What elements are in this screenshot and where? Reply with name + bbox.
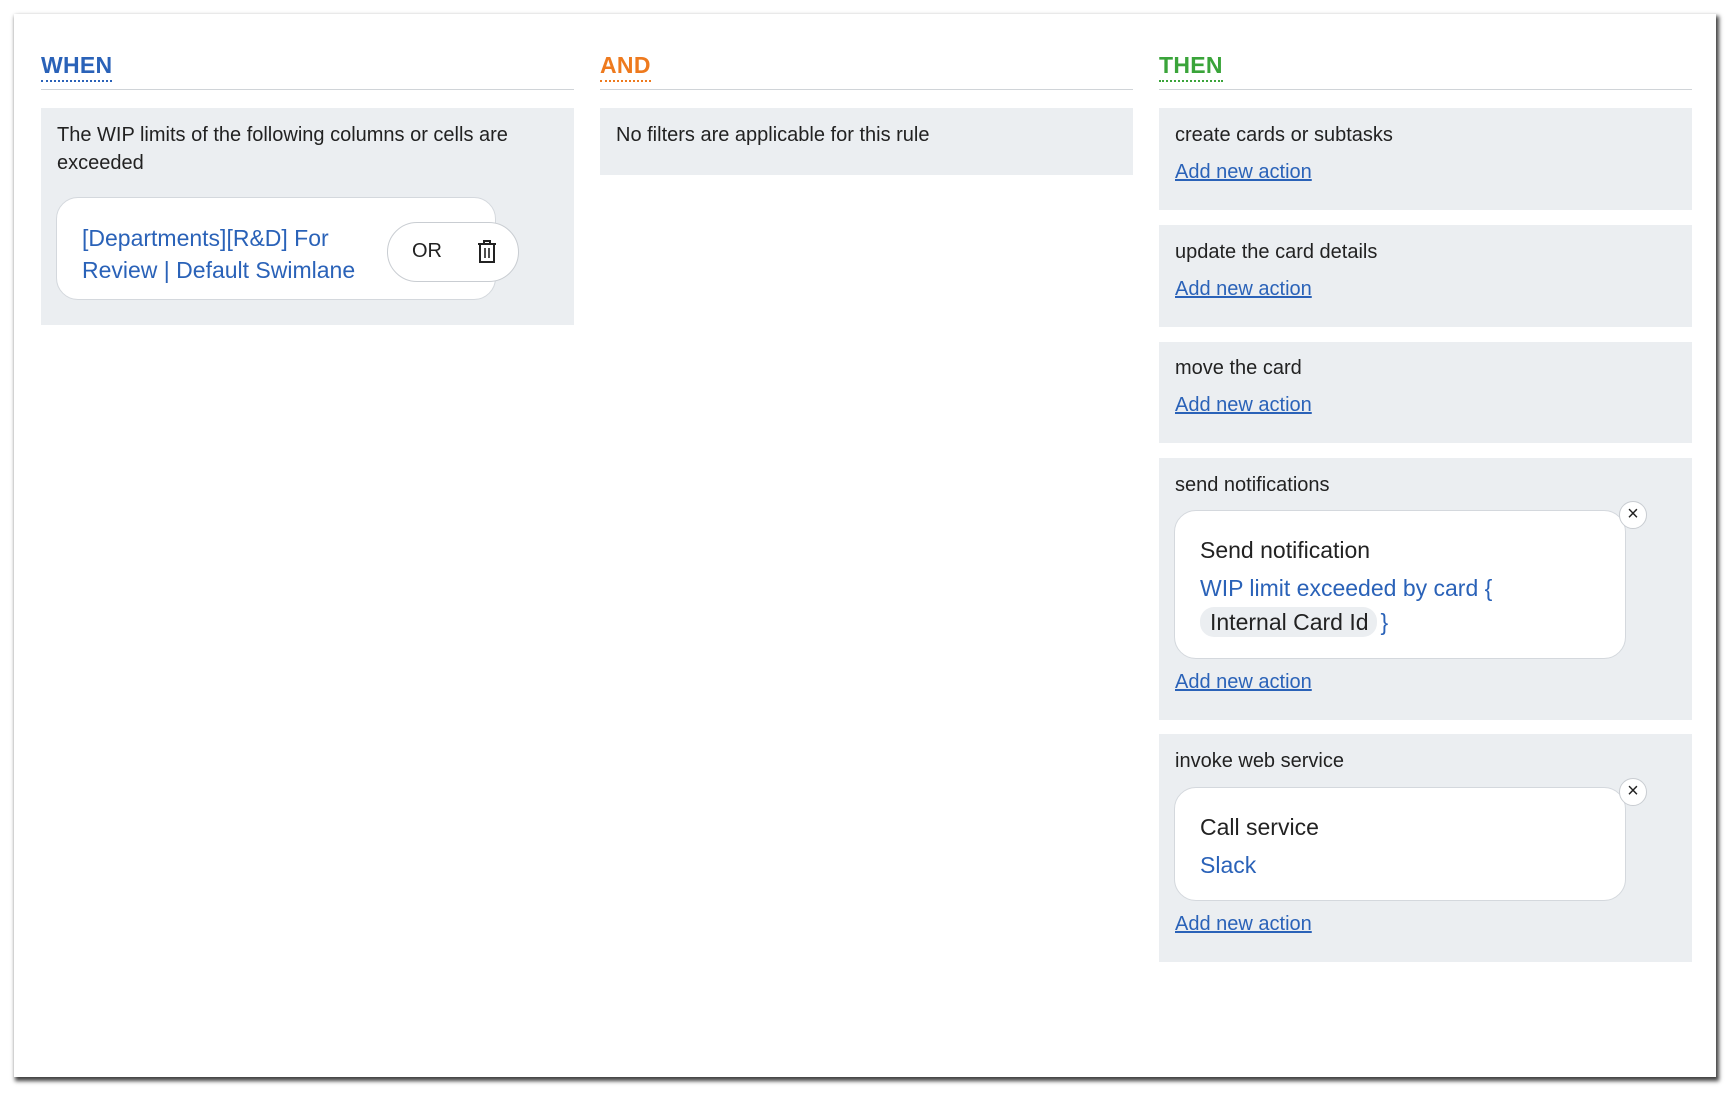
action-title: Call service bbox=[1200, 814, 1319, 840]
add-new-action-link[interactable]: Add new action bbox=[1175, 278, 1312, 301]
then-title[interactable]: THEN bbox=[1159, 52, 1223, 82]
add-new-action-link[interactable]: Add new action bbox=[1175, 913, 1312, 936]
action-group-title: create cards or subtasks bbox=[1175, 124, 1393, 146]
action-group-update-card: update the card details Add new action bbox=[1159, 225, 1692, 327]
action-group-send-notifications: send notifications Send notification WIP… bbox=[1159, 458, 1692, 720]
filter-description: No filters are applicable for this rule bbox=[616, 124, 930, 146]
internal-card-id-chip[interactable]: Internal Card Id bbox=[1200, 607, 1377, 637]
trigger-description: The WIP limits of the following columns … bbox=[57, 124, 508, 174]
and-title[interactable]: AND bbox=[600, 52, 651, 82]
action-group-create-cards: create cards or subtasks Add new action bbox=[1159, 108, 1692, 210]
call-service-card[interactable]: Call service Slack bbox=[1174, 787, 1626, 901]
action-title: Send notification bbox=[1200, 537, 1371, 563]
action-group-title: update the card details bbox=[1175, 241, 1378, 263]
add-new-action-link[interactable]: Add new action bbox=[1175, 161, 1312, 184]
or-operator[interactable]: OR bbox=[412, 240, 442, 263]
notification-message[interactable]: WIP limit exceeded by card { Internal Ca… bbox=[1200, 571, 1600, 639]
close-icon[interactable]: × bbox=[1619, 501, 1647, 529]
rule-editor: WHEN The WIP limits of the following col… bbox=[14, 14, 1716, 1077]
then-header: THEN bbox=[1159, 14, 1692, 90]
add-new-action-link[interactable]: Add new action bbox=[1175, 394, 1312, 417]
action-group-title: send notifications bbox=[1175, 474, 1330, 496]
action-group-invoke-web-service: invoke web service Call service Slack × … bbox=[1159, 734, 1692, 962]
action-group-move-card: move the card Add new action bbox=[1159, 342, 1692, 443]
close-icon[interactable]: × bbox=[1619, 778, 1647, 806]
message-end: } bbox=[1380, 609, 1389, 635]
message-text: WIP limit exceeded by card { bbox=[1200, 575, 1493, 601]
and-panel: No filters are applicable for this rule bbox=[600, 108, 1133, 175]
when-panel: The WIP limits of the following columns … bbox=[41, 108, 574, 325]
and-header: AND bbox=[600, 14, 1133, 90]
action-group-title: invoke web service bbox=[1175, 750, 1344, 772]
service-name[interactable]: Slack bbox=[1200, 848, 1256, 882]
when-header: WHEN bbox=[41, 14, 574, 90]
condition-text[interactable]: [Departments][R&D] For Review | Default … bbox=[82, 222, 372, 286]
condition-actions: OR bbox=[387, 222, 519, 282]
when-title[interactable]: WHEN bbox=[41, 52, 113, 82]
action-group-title: move the card bbox=[1175, 357, 1302, 379]
add-new-action-link[interactable]: Add new action bbox=[1175, 671, 1312, 694]
trash-icon[interactable] bbox=[476, 239, 498, 265]
send-notification-card[interactable]: Send notification WIP limit exceeded by … bbox=[1174, 510, 1626, 659]
condition-card: [Departments][R&D] For Review | Default … bbox=[56, 197, 519, 300]
